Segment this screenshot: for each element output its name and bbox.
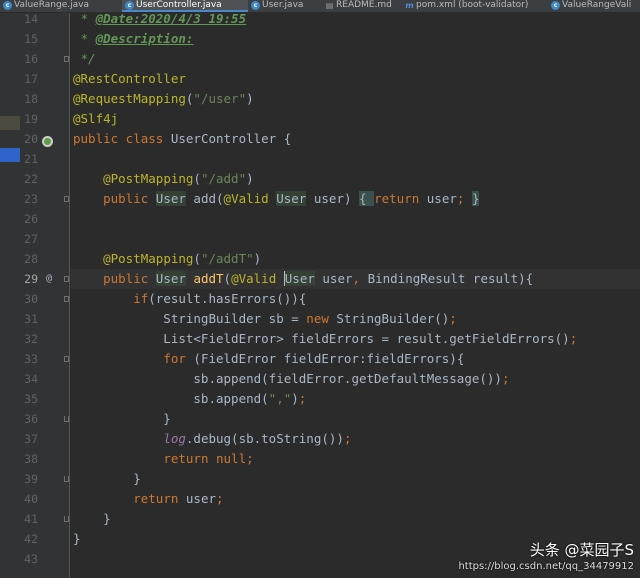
- tab-valuerangevali[interactable]: c ValueRangeVali: [548, 0, 640, 12]
- line-number: 42: [24, 532, 38, 546]
- line-number: 30: [24, 292, 38, 306]
- tab-pom-xml[interactable]: m pom.xml (boot-validator): [402, 0, 548, 12]
- code-line-18: @RequestMapping("/user"): [73, 91, 254, 106]
- line-number: 26: [24, 212, 38, 226]
- line-number: 37: [24, 432, 38, 446]
- class-icon: c: [251, 1, 260, 10]
- code-line-23: public User add(@Valid User user) { retu…: [103, 191, 480, 206]
- code-line-42: }: [73, 531, 81, 546]
- tab-label: User.java: [262, 0, 304, 10]
- code-line-39: }: [73, 471, 141, 486]
- code-line-40: return user;: [133, 491, 224, 506]
- code-line-37: log.debug(sb.toString());: [163, 431, 352, 446]
- line-number: 23: [24, 192, 38, 206]
- line-number: 20: [24, 132, 38, 146]
- code-line-15: * @Description:: [73, 31, 194, 46]
- markdown-icon: ▤: [325, 1, 334, 10]
- line-number: 35: [24, 392, 38, 406]
- code-line-20: public class UserController {: [73, 131, 292, 146]
- line-number: 38: [24, 452, 38, 466]
- code-line-32: List<FieldError> fieldErrors = result.ge…: [73, 331, 578, 346]
- tab-label: ValueRangeVali: [562, 0, 632, 10]
- class-icon: c: [551, 1, 560, 10]
- line-number: 19: [24, 112, 38, 126]
- line-number: 36: [24, 412, 38, 426]
- code-line-16: */: [73, 51, 96, 66]
- line-number: 22: [24, 172, 38, 186]
- fold-end-marker[interactable]: [64, 516, 69, 522]
- blog-url-watermark: https://blog.csdn.net/qq_34479912: [458, 561, 634, 572]
- code-line-36: }: [73, 411, 171, 426]
- fold-marker[interactable]: [64, 356, 69, 362]
- toutiao-watermark: 头条 @菜园子S: [529, 541, 634, 559]
- code-line-22: @PostMapping("/add"): [103, 171, 254, 186]
- fold-marker[interactable]: [64, 296, 69, 302]
- spring-bean-icon[interactable]: [42, 136, 53, 147]
- line-number: 34: [24, 372, 38, 386]
- line-number: 28: [24, 252, 38, 266]
- line-number: 27: [24, 232, 38, 246]
- line-number: 31: [24, 312, 38, 326]
- code-line-28: @PostMapping("/addT"): [103, 251, 262, 266]
- line-number: 15: [24, 32, 38, 46]
- left-tool-strip: [0, 13, 20, 578]
- tab-user-java[interactable]: c User.java: [248, 0, 322, 12]
- code-line-34: sb.append(fieldError.getDefaultMessage()…: [73, 371, 510, 386]
- override-icon[interactable]: @: [46, 269, 52, 289]
- line-number: 40: [24, 492, 38, 506]
- code-line-30: if(result.hasErrors()){: [133, 291, 307, 306]
- class-icon: c: [3, 1, 12, 10]
- line-number: 43: [24, 552, 38, 566]
- line-number: 17: [24, 72, 38, 86]
- code-line-41: }: [73, 511, 111, 526]
- line-number: 21: [24, 152, 38, 166]
- line-number-current: 29: [24, 272, 38, 286]
- fold-marker[interactable]: [64, 56, 69, 62]
- fold-marker[interactable]: [64, 196, 69, 202]
- code-line-31: StringBuilder sb = new StringBuilder();: [73, 311, 457, 326]
- code-line-33: for (FieldError fieldError:fieldErrors){: [163, 351, 465, 366]
- text-caret: User: [283, 271, 315, 286]
- line-number: 33: [24, 352, 38, 366]
- line-number-gutter: 14 15 16 17 18 19 20 21 22 23 26 27 28 2…: [20, 12, 70, 578]
- code-line-19: @Slf4j: [73, 111, 119, 126]
- fold-marker[interactable]: [64, 276, 69, 282]
- selection-marker[interactable]: [0, 148, 20, 162]
- line-number: 41: [24, 512, 38, 526]
- tab-readme-md[interactable]: ▤ README.md: [322, 0, 402, 12]
- code-line-35: sb.append(",");: [73, 391, 307, 406]
- line-number: 39: [24, 472, 38, 486]
- code-editor[interactable]: * @Date:2020/4/3 19:55 * @Description: *…: [70, 11, 640, 578]
- bookmark-marker: [0, 116, 20, 130]
- line-number: 16: [24, 52, 38, 66]
- tab-label: pom.xml (boot-validator): [416, 0, 529, 10]
- maven-icon: m: [405, 1, 414, 10]
- line-number: 14: [24, 12, 38, 26]
- line-number: 32: [24, 332, 38, 346]
- tab-label: README.md: [336, 0, 392, 10]
- fold-end-marker[interactable]: [64, 416, 69, 422]
- fold-end-marker[interactable]: [64, 476, 69, 482]
- line-number: 18: [24, 92, 38, 106]
- code-line-14: * @Date:2020/4/3 19:55: [73, 11, 247, 26]
- code-line-38: return null;: [163, 451, 254, 466]
- code-line-17: @RestController: [73, 71, 186, 86]
- code-line-29: public User addT(@Valid User user, Bindi…: [103, 271, 534, 286]
